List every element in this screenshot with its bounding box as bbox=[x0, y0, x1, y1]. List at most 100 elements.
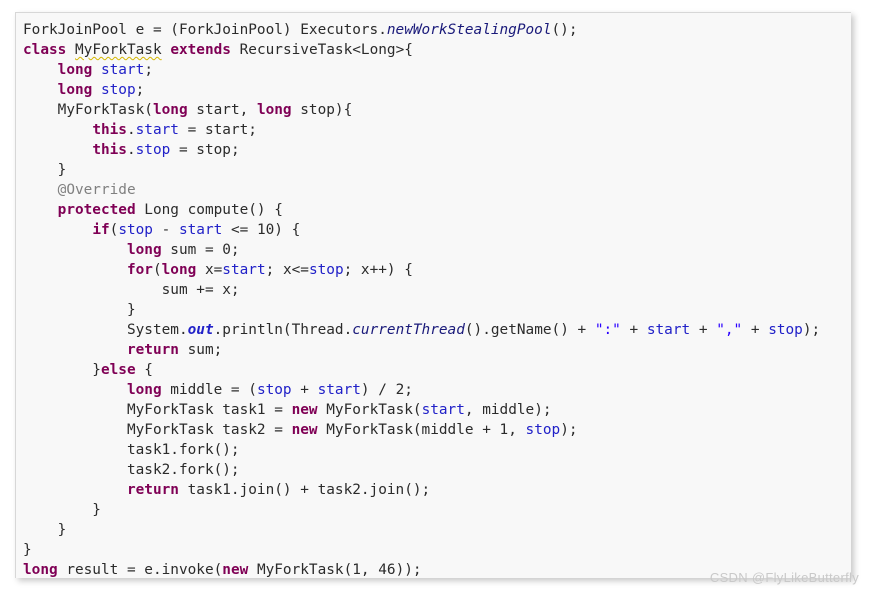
code-token-keyword: long bbox=[57, 82, 93, 98]
code-line: MyForkTask(long start, long stop){ bbox=[23, 100, 851, 120]
code-line: protected Long compute() { bbox=[23, 200, 851, 220]
code-token-static-method: currentThread bbox=[352, 322, 465, 338]
code-token-field: stop bbox=[256, 382, 292, 398]
code-token-keyword: long bbox=[126, 382, 162, 398]
code-token-plain: ().getName() + bbox=[464, 322, 595, 338]
code-line: System.out.println(Thread.currentThread(… bbox=[23, 320, 851, 340]
code-token-plain: + bbox=[291, 382, 318, 398]
code-token-keyword: return bbox=[126, 482, 179, 498]
code-token-field: stop bbox=[118, 222, 153, 238]
code-line: for(long x=start; x<=stop; x++) { bbox=[23, 260, 851, 280]
code-token-plain: task1.join() + task2.join(); bbox=[178, 482, 431, 498]
code-line: @Override bbox=[23, 180, 851, 200]
code-token-plain: } bbox=[23, 502, 101, 518]
code-token-plain: middle = ( bbox=[161, 382, 257, 398]
code-token-plain: .println(Thread. bbox=[213, 322, 353, 338]
code-token-static-method: newWorkStealingPool bbox=[386, 22, 552, 38]
code-token-keyword: protected bbox=[57, 202, 136, 218]
code-token-plain: sum = 0; bbox=[161, 242, 240, 258]
code-line: this.start = start; bbox=[23, 120, 851, 140]
code-token-plain: ); bbox=[560, 422, 578, 438]
code-token-plain: . bbox=[126, 142, 136, 158]
code-line: task1.fork(); bbox=[23, 440, 851, 460]
code-token-warning: MyForkTask bbox=[75, 42, 162, 58]
code-token-plain: RecursiveTask<Long>{ bbox=[230, 42, 413, 58]
code-token-plain: System. bbox=[23, 322, 188, 338]
csdn-watermark: CSDN @FlyLikeButterfly bbox=[709, 570, 859, 585]
code-token-field: start bbox=[100, 62, 145, 78]
code-line: return sum; bbox=[23, 340, 851, 360]
code-token-plain: task2.fork(); bbox=[23, 462, 240, 478]
code-line: } bbox=[23, 300, 851, 320]
code-token-field: start bbox=[135, 122, 179, 138]
code-token-field: stop bbox=[525, 422, 561, 438]
code-token-plain: } bbox=[23, 522, 67, 538]
code-token-keyword: long bbox=[23, 562, 58, 578]
code-token-plain: MyForkTask(middle + 1, bbox=[317, 422, 526, 438]
code-token-keyword: for bbox=[126, 262, 153, 278]
code-token-plain: ; bbox=[135, 82, 145, 98]
code-token-plain: } bbox=[23, 302, 136, 318]
code-token-plain: = stop; bbox=[170, 142, 240, 158]
code-token-field: start bbox=[421, 402, 465, 418]
code-token-plain: x= bbox=[196, 262, 223, 278]
code-token-plain: . bbox=[126, 122, 136, 138]
code-token-plain: MyForkTask task1 = bbox=[23, 402, 292, 418]
code-token-keyword: this bbox=[92, 142, 127, 158]
code-line: ForkJoinPool e = (ForkJoinPool) Executor… bbox=[23, 20, 851, 40]
code-token-plain: task1.fork(); bbox=[23, 442, 240, 458]
code-token-plain: MyForkTask( bbox=[317, 402, 422, 418]
code-token-plain: + bbox=[620, 322, 647, 338]
code-token-plain: stop){ bbox=[291, 102, 353, 118]
code-token-plain: result = e.invoke( bbox=[57, 562, 223, 578]
code-content[interactable]: ForkJoinPool e = (ForkJoinPool) Executor… bbox=[23, 20, 851, 578]
code-token-field: start bbox=[646, 322, 691, 338]
code-token-plain: (); bbox=[551, 22, 578, 38]
code-token-plain: Long compute() { bbox=[135, 202, 283, 218]
code-token-plain: + bbox=[742, 322, 769, 338]
code-token-plain: { bbox=[135, 362, 153, 378]
code-token-plain: MyForkTask(1, 46)); bbox=[248, 562, 422, 578]
code-token-keyword: new bbox=[291, 422, 318, 438]
screenshot-root: ForkJoinPool e = (ForkJoinPool) Executor… bbox=[0, 0, 871, 591]
code-line: long stop; bbox=[23, 80, 851, 100]
code-token-plain: sum; bbox=[178, 342, 223, 358]
code-token-plain: } bbox=[23, 542, 32, 558]
code-line: long middle = (stop + start) / 2; bbox=[23, 380, 851, 400]
code-token-plain: ) / 2; bbox=[360, 382, 413, 398]
code-token-plain: MyForkTask( bbox=[23, 102, 153, 118]
code-token-plain: , middle); bbox=[464, 402, 552, 418]
code-line: sum += x; bbox=[23, 280, 851, 300]
code-token-field: stop bbox=[308, 262, 344, 278]
code-token-plain: ; x++) { bbox=[343, 262, 413, 278]
code-token-plain: } bbox=[23, 162, 67, 178]
code-token-keyword: long bbox=[256, 102, 292, 118]
code-token-keyword: long bbox=[126, 242, 162, 258]
code-token-plain: start, bbox=[187, 102, 257, 118]
code-token-plain: - bbox=[152, 222, 179, 238]
code-token-annotation: @Override bbox=[57, 182, 136, 198]
code-token-keyword: if bbox=[92, 222, 110, 238]
code-line: MyForkTask task1 = new MyForkTask(start,… bbox=[23, 400, 851, 420]
code-token-field: start bbox=[222, 262, 266, 278]
code-token-keyword: class bbox=[23, 42, 67, 58]
code-line: class MyForkTask extends RecursiveTask<L… bbox=[23, 40, 851, 60]
code-line: long start; bbox=[23, 60, 851, 80]
code-line: }else { bbox=[23, 360, 851, 380]
code-line: MyForkTask task2 = new MyForkTask(middle… bbox=[23, 420, 851, 440]
code-block-panel: ForkJoinPool e = (ForkJoinPool) Executor… bbox=[15, 12, 851, 578]
code-token-field: start bbox=[317, 382, 361, 398]
code-token-plain: + bbox=[690, 322, 717, 338]
code-line: } bbox=[23, 540, 851, 560]
